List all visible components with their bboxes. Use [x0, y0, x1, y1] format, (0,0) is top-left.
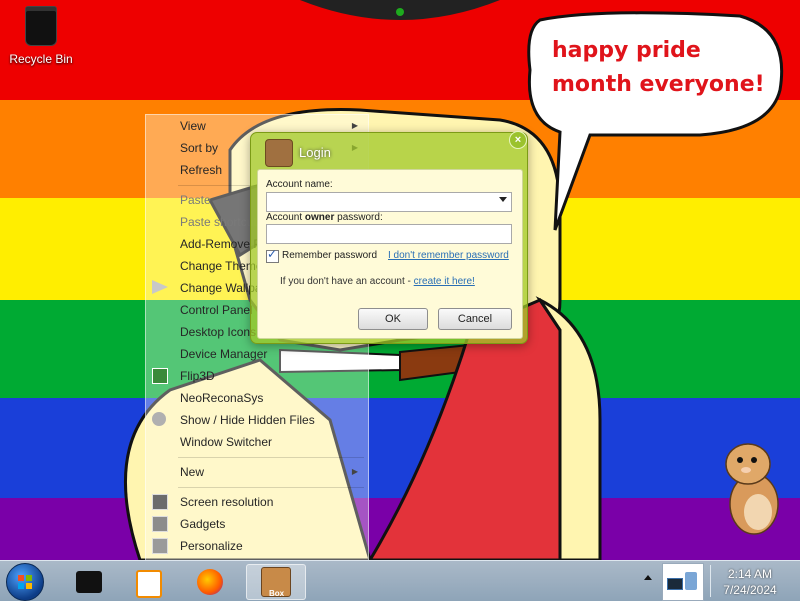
- menu-item-label: Refresh: [180, 163, 223, 177]
- ok-button[interactable]: OK: [358, 308, 428, 330]
- menu-item-label: Personalize: [180, 539, 243, 553]
- menu-item-label: Screen resolution: [180, 495, 274, 509]
- forgot-password-link[interactable]: I don't remember password: [388, 250, 509, 261]
- menu-separator: [178, 457, 364, 458]
- menu-item-neoreconasys[interactable]: NeoReconaSys: [146, 387, 368, 409]
- remember-password-label: Remember password: [282, 250, 378, 261]
- personalize-icon: [152, 538, 168, 554]
- menu-item-personalize[interactable]: Personalize: [146, 535, 368, 557]
- password-label-suffix: password:: [334, 212, 383, 223]
- hamster-app-icon: [265, 139, 293, 167]
- firefox-icon: [197, 569, 223, 595]
- account-name-dropdown[interactable]: [266, 192, 512, 212]
- menu-separator: [178, 487, 364, 488]
- menu-item-gadgets[interactable]: Gadgets: [146, 513, 368, 535]
- menu-item-show-hide-hidden-files[interactable]: Show / Hide Hidden Files: [146, 409, 368, 431]
- monitor-icon: [152, 494, 168, 510]
- globe-icon: [152, 412, 166, 426]
- menu-item-label: New: [180, 465, 205, 479]
- desktop-icon-label: Recycle Bin: [9, 52, 73, 66]
- password-label-prefix: Account: [266, 212, 305, 223]
- menu-item-label: Flip3D: [180, 369, 215, 383]
- start-button[interactable]: [6, 563, 44, 601]
- show-hidden-icons-button[interactable]: [644, 575, 652, 580]
- menu-item-label: Device Manager: [180, 347, 268, 361]
- time-divider: [710, 565, 711, 597]
- menu-item-new[interactable]: New ▶: [146, 461, 368, 483]
- remember-password-checkbox[interactable]: [266, 247, 279, 263]
- taskbar-app-caption: Box: [269, 589, 285, 598]
- close-button[interactable]: ×: [509, 131, 527, 149]
- no-account-text: If you don't have an account - create it…: [280, 276, 475, 287]
- password-label-bold: owner: [304, 212, 335, 223]
- login-dialog: Login × Account name: Account owner pass…: [250, 131, 528, 344]
- cancel-button[interactable]: Cancel: [438, 308, 512, 330]
- menu-item-label: NeoReconaSys: [180, 391, 264, 405]
- clock-date: 7/24/2024: [723, 583, 777, 597]
- create-account-link[interactable]: create it here!: [414, 276, 475, 287]
- menu-item-label: Paste shortcut: [180, 215, 257, 229]
- clock-time: 2:14 AM: [727, 567, 773, 581]
- black-app-icon: [76, 571, 102, 593]
- menu-item-label: Paste: [180, 193, 211, 207]
- password-field[interactable]: [266, 224, 512, 244]
- menu-item-label: Control Panel: [180, 303, 253, 317]
- hamster-image: [725, 443, 779, 535]
- menu-item-label: Window Switcher: [180, 435, 273, 449]
- network-icon[interactable]: [662, 563, 704, 601]
- windows-logo-icon: [18, 575, 32, 589]
- paper-plane-icon: [152, 280, 168, 294]
- gadgets-icon: [152, 516, 168, 532]
- taskbar-app-1[interactable]: [66, 564, 114, 598]
- dialog-title: Login: [299, 145, 331, 160]
- submenu-arrow-icon: ▶: [351, 467, 358, 476]
- clock[interactable]: 2:14 AM 7/24/2024: [722, 566, 778, 598]
- menu-item-label: Gadgets: [180, 517, 226, 531]
- menu-item-label: Show / Hide Hidden Files: [180, 413, 315, 427]
- menu-item-label: View: [180, 119, 206, 133]
- taskbar-app-4[interactable]: Box: [246, 564, 306, 600]
- recycle-bin-icon: [25, 6, 57, 46]
- menu-item-screen-resolution[interactable]: Screen resolution: [146, 491, 368, 513]
- taskbar: Box 2:14 AM 7/24/2024: [0, 560, 800, 601]
- login-form: Account name: Account owner password: Re…: [257, 169, 523, 339]
- menu-item-flip3d[interactable]: Flip3D: [146, 365, 368, 387]
- account-name-label: Account name:: [266, 179, 333, 190]
- password-label: Account owner password:: [266, 212, 383, 223]
- menu-item-label: Sort by: [180, 141, 219, 155]
- menu-item-device-manager[interactable]: Device Manager: [146, 343, 368, 365]
- menu-item-window-switcher[interactable]: Window Switcher: [146, 431, 368, 453]
- desktop-icon-recycle-bin[interactable]: Recycle Bin: [6, 6, 76, 66]
- speech-bubble-text: happy pride month everyone!: [552, 38, 765, 97]
- media-player-icon: [136, 570, 162, 598]
- taskbar-app-3[interactable]: [186, 564, 234, 598]
- no-account-label: If you don't have an account -: [280, 276, 414, 287]
- chevron-down-icon: [499, 197, 507, 202]
- flip3d-icon: [152, 368, 168, 384]
- taskbar-app-2[interactable]: [124, 564, 172, 598]
